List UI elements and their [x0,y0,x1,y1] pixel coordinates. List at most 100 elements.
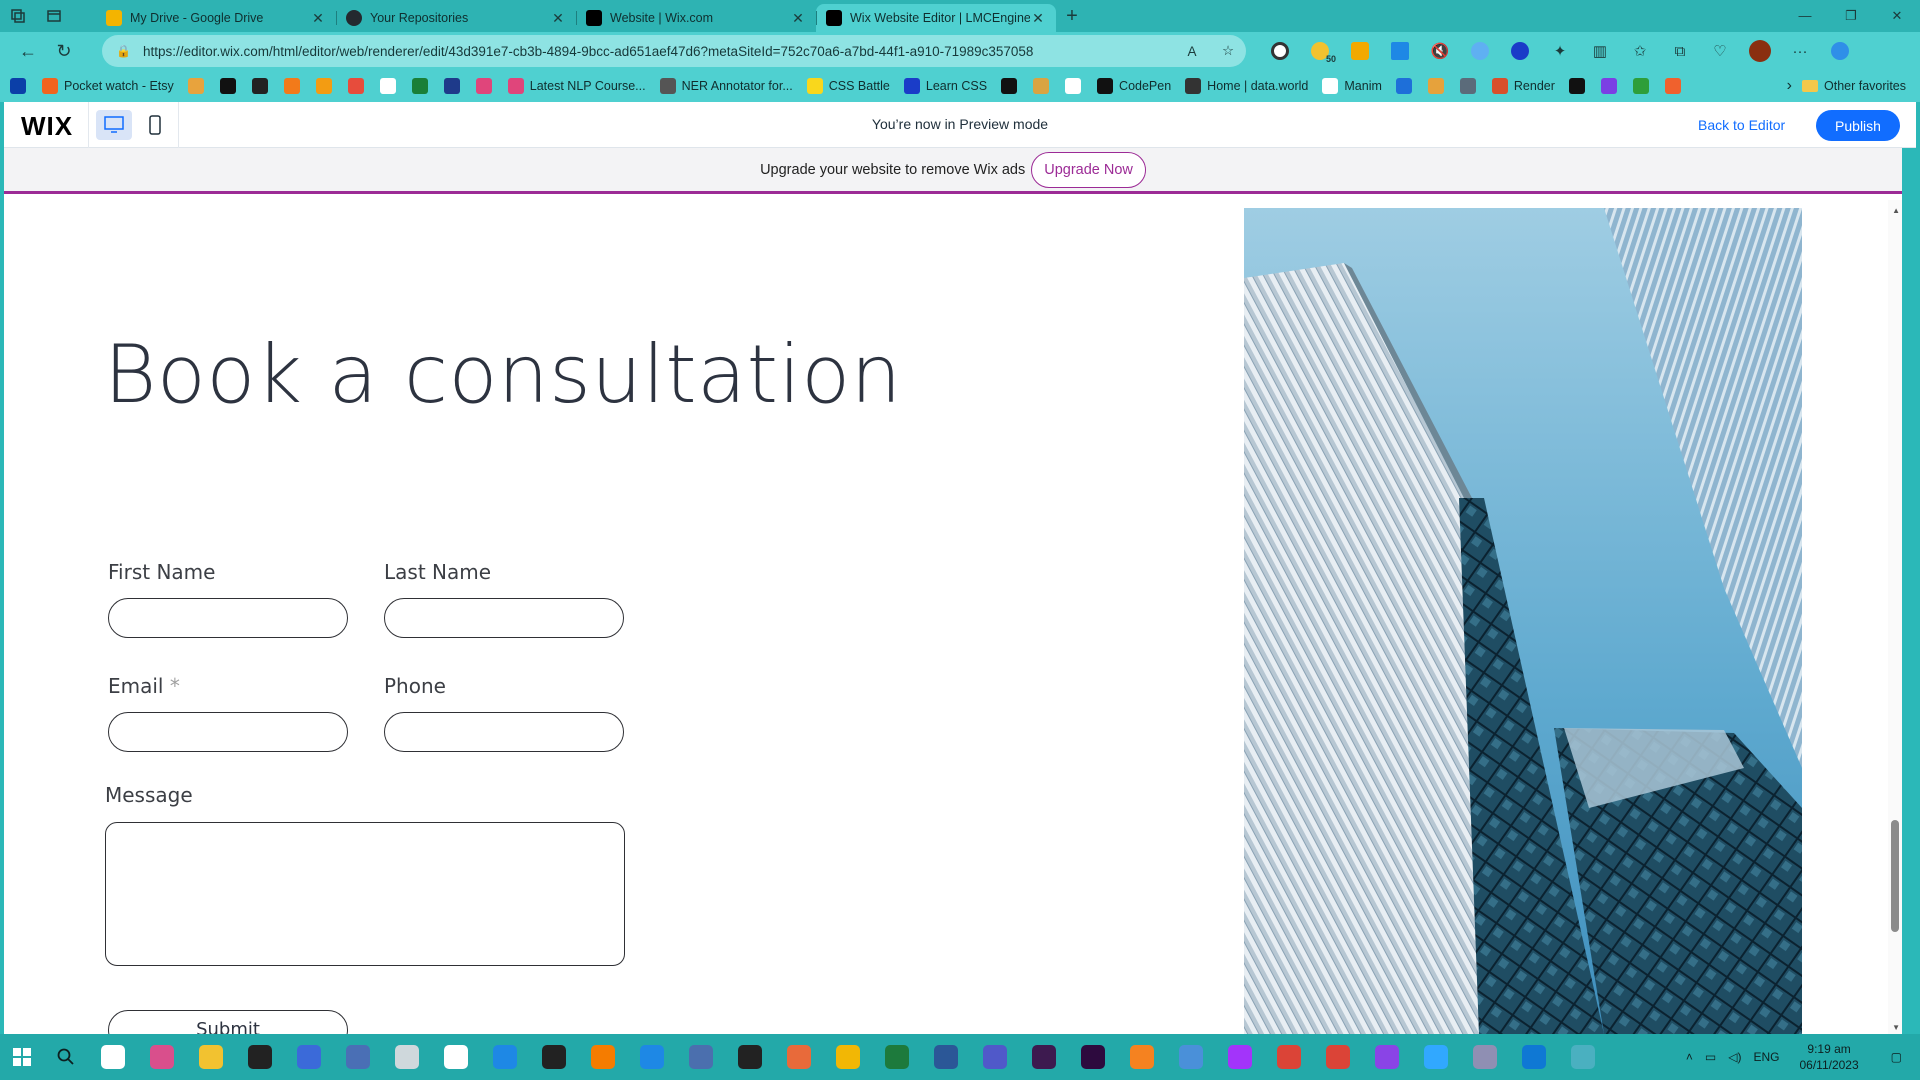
bookmark-item[interactable]: CodePen [1097,78,1171,94]
taskbar-app-icon[interactable] [872,1034,921,1080]
drop-icon[interactable] [347,78,364,94]
taskbar-app-icon[interactable] [186,1034,235,1080]
taskbar-app-icon[interactable] [970,1034,1019,1080]
first-name-field[interactable] [108,598,348,638]
orange-icon[interactable] [1664,78,1681,94]
notifications-icon[interactable]: ▢ [1891,1050,1902,1064]
profile-avatar[interactable] [1740,36,1780,66]
dots-icon[interactable] [475,78,492,94]
taskbar-app-icon[interactable] [921,1034,970,1080]
publish-button[interactable]: Publish [1816,110,1900,141]
bar-icon[interactable] [187,78,204,94]
bookmark-item[interactable]: Render [1491,78,1555,94]
extension-globe-icon[interactable] [1500,36,1540,66]
restore-icon[interactable]: ❐ [1828,0,1874,32]
page-scrollbar[interactable]: ▲ ▼ [1888,200,1902,1034]
start-icon[interactable] [0,1034,44,1080]
lock-icon[interactable]: 🔒 [116,44,131,58]
email-field[interactable] [108,712,348,752]
bookmark-item[interactable]: Latest NLP Course... [507,78,646,94]
new-tab-button[interactable]: + [1056,5,1088,28]
taskbar-app-icon[interactable] [1264,1034,1313,1080]
other-favorites[interactable]: Other favorites [1802,70,1906,102]
address-bar[interactable]: 🔒 https://editor.wix.com/html/editor/web… [102,35,1246,67]
tab-wix-website[interactable]: Website | Wix.com ✕ [576,4,816,32]
glasses-icon[interactable] [1427,78,1444,94]
language-indicator[interactable]: ENG [1753,1050,1779,1064]
upgrade-now-button[interactable]: Upgrade Now [1031,151,1146,188]
amazon-icon[interactable] [219,78,236,94]
tab-wix-editor[interactable]: Wix Website Editor | LMCEngine ✕ [816,4,1056,32]
bookmark-item[interactable]: CSS Battle [806,78,890,94]
mute-icon[interactable]: 🔇 [1420,36,1460,66]
chevron-right-icon[interactable]: › [1787,70,1792,102]
taskbar-app-icon[interactable] [137,1034,186,1080]
back-icon[interactable]: ← [10,36,46,66]
phone-field[interactable] [384,712,624,752]
workspaces-icon[interactable] [0,0,36,32]
taskbar-app-icon[interactable] [1166,1034,1215,1080]
close-window-icon[interactable]: ✕ [1874,0,1920,32]
close-tab-icon[interactable]: ✕ [550,10,566,27]
bookmark-item[interactable]: Learn CSS [903,78,987,94]
search-icon[interactable] [44,1034,88,1080]
bookmark-item[interactable]: Home | data.world [1185,78,1308,94]
leaf-icon[interactable] [1033,78,1050,94]
taskbar-app-icon[interactable] [1558,1034,1607,1080]
k-icon[interactable] [1395,78,1412,94]
taskbar-app-icon[interactable] [431,1034,480,1080]
chevron-up-icon[interactable]: ˄ [1686,1050,1693,1064]
more-menu-icon[interactable]: ··· [1780,36,1820,66]
n-icon[interactable] [443,78,460,94]
submit-button[interactable]: Submit [108,1010,348,1034]
extension-privacy-icon[interactable] [1260,36,1300,66]
taskbar-app-icon[interactable] [529,1034,578,1080]
scroll-up-icon[interactable]: ▲ [1892,206,1900,215]
message-field[interactable] [105,822,625,966]
taskbar-app-icon[interactable] [676,1034,725,1080]
taskbar-app-icon[interactable] [333,1034,382,1080]
taskbar-app-icon[interactable] [627,1034,676,1080]
play-icon[interactable] [10,78,26,94]
grid-icon[interactable] [1459,78,1476,94]
extensions-puzzle-icon[interactable]: ✦ [1540,36,1580,66]
bookmark-item[interactable]: Pocket watch - Etsy [42,78,174,94]
tab-github[interactable]: Your Repositories ✕ [336,4,576,32]
taskbar-app-icon[interactable] [1411,1034,1460,1080]
extension-hand-icon[interactable] [1460,36,1500,66]
extension-pen-icon[interactable] [1340,36,1380,66]
taskbar-app-icon[interactable] [1362,1034,1411,1080]
collections-icon[interactable]: ⧉ [1660,36,1700,66]
close-tab-icon[interactable]: ✕ [1030,10,1046,27]
page-icon[interactable] [379,78,396,94]
tab-google-drive[interactable]: My Drive - Google Drive ✕ [96,4,336,32]
extension-square-icon[interactable] [1380,36,1420,66]
taskbar-app-icon[interactable] [1215,1034,1264,1080]
taskbar-app-icon[interactable] [480,1034,529,1080]
arrow-icon[interactable] [315,78,332,94]
circle-icon[interactable] [411,78,428,94]
split-screen-icon[interactable]: ▥ [1580,36,1620,66]
taskbar-app-icon[interactable] [725,1034,774,1080]
bookmark-item[interactable]: NER Annotator for... [659,78,793,94]
clock[interactable]: 9:19 am 06/11/2023 [1799,1041,1858,1073]
copilot-icon[interactable] [1820,36,1860,66]
refresh-icon[interactable]: ↻ [46,36,82,66]
h-icon[interactable] [1600,78,1617,94]
close-tab-icon[interactable]: ✕ [790,10,806,27]
taskbar-app-icon[interactable] [284,1034,333,1080]
taskbar-app-icon[interactable] [1509,1034,1558,1080]
w-icon[interactable] [1632,78,1649,94]
taskbar-app-icon[interactable] [235,1034,284,1080]
taskbar-app-icon[interactable] [88,1034,137,1080]
volume-icon[interactable]: ◁) [1728,1050,1741,1064]
read-aloud-icon[interactable]: A [1174,44,1210,59]
taskbar-app-icon[interactable] [1019,1034,1068,1080]
scroll-down-icon[interactable]: ▼ [1892,1023,1900,1032]
tab-actions-icon[interactable] [36,0,72,32]
favorite-star-icon[interactable]: ☆ [1210,43,1246,59]
browser-essentials-icon[interactable]: ♡ [1700,36,1740,66]
close-tab-icon[interactable]: ✕ [310,10,326,27]
taskbar-app-icon[interactable] [578,1034,627,1080]
taskbar-app-icon[interactable] [823,1034,872,1080]
